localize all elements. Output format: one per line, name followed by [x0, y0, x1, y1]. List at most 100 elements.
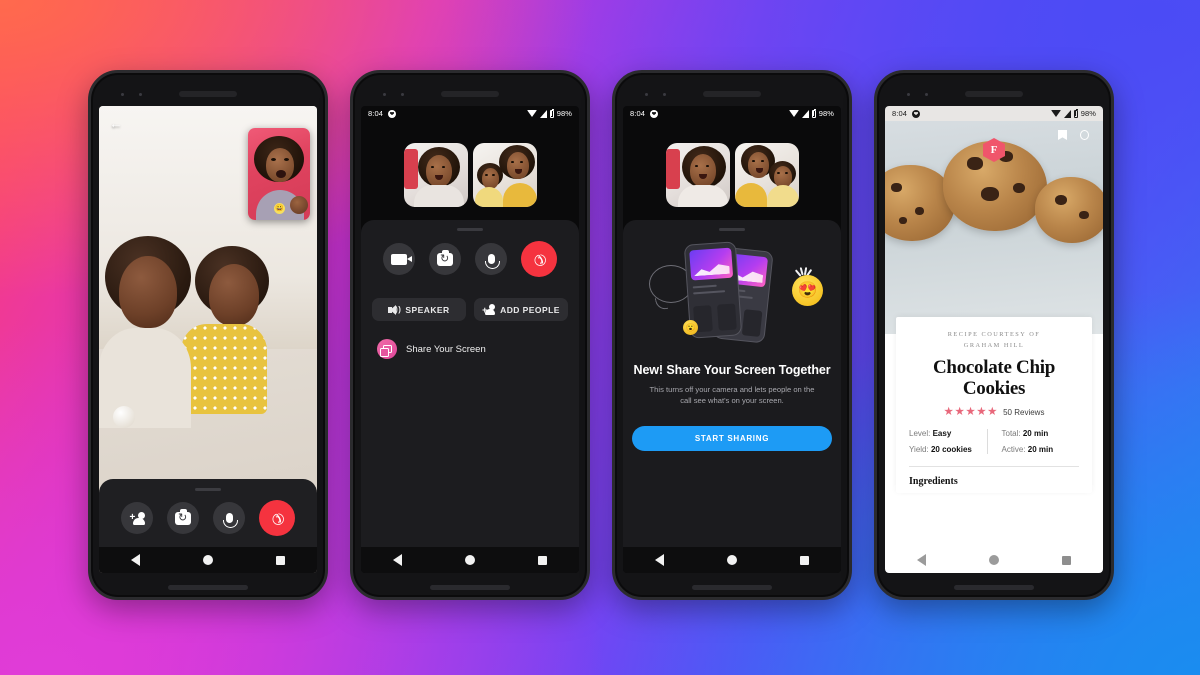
- participant-tile-2[interactable]: [734, 143, 799, 207]
- share-your-screen-row[interactable]: Share Your Screen: [361, 321, 579, 359]
- meta-total: Total: 20 min: [1002, 429, 1080, 438]
- signal-icon: [539, 109, 547, 118]
- battery-percent: 98%: [818, 109, 834, 118]
- drag-handle[interactable]: [719, 228, 745, 231]
- sensor-icon: [401, 93, 404, 96]
- screen-share-icon: [377, 339, 397, 359]
- phone-3-share-screen-promo: 8:04 98% 😍 😮 New! Share Your Screen Toge…: [612, 70, 852, 600]
- nav-home-icon[interactable]: [726, 555, 737, 565]
- recipe-courtesy: RECIPE COURTESY OF GRAHAM HILL: [909, 330, 1079, 351]
- nav-back-icon[interactable]: [654, 554, 664, 566]
- bookmark-icon[interactable]: [1058, 130, 1067, 140]
- phone-chin: [430, 585, 510, 590]
- back-button[interactable]: ←: [109, 116, 123, 130]
- meta-column-right: Total: 20 min Active: 20 min: [986, 429, 1080, 455]
- meta-active-label: Active:: [1001, 445, 1026, 455]
- nav-back-icon[interactable]: [392, 554, 402, 566]
- participant-tiles: [623, 121, 841, 207]
- battery-percent: 98%: [1080, 109, 1096, 118]
- front-camera-icon: [121, 93, 124, 96]
- nav-recents-icon[interactable]: [276, 555, 286, 565]
- camera-flip-icon: [437, 249, 453, 266]
- messenger-icon: [388, 109, 396, 118]
- battery-icon: [811, 108, 816, 118]
- sensor-icon: [663, 93, 666, 96]
- messenger-icon: [650, 109, 658, 118]
- end-call-icon: ✆: [528, 248, 550, 270]
- surprised-emoji: 😮: [683, 320, 698, 335]
- nav-recents-icon[interactable]: [800, 555, 810, 565]
- phone-2-call-controls: 8:04 98% ↻ ✆)) SPEAKER + ADD PEOPLE Sha…: [350, 70, 590, 600]
- meta-total-value: 20 min: [1022, 429, 1049, 439]
- nav-home-icon[interactable]: [464, 555, 475, 565]
- android-navigation-bar: [885, 547, 1103, 573]
- call-controls-sheet: ✆ )) SPEAKER +: [361, 220, 579, 547]
- end-call-button[interactable]: ✆: [521, 241, 557, 277]
- promo-subtitle: This turns off your camera and lets peop…: [649, 385, 815, 405]
- self-view-pip[interactable]: 😀: [248, 128, 310, 220]
- participant-tile-2[interactable]: [472, 143, 537, 207]
- share-screen-label: Share Your Screen: [406, 343, 486, 355]
- recipe-meta: Level: Easy Yield: 20 cookies Total: 20 …: [909, 429, 1080, 455]
- nav-recents-icon[interactable]: [538, 555, 548, 565]
- start-sharing-button[interactable]: START SHARING: [632, 426, 832, 451]
- phone-3-screen: 8:04 98% 😍 😮 New! Share Your Screen Toge…: [623, 106, 841, 573]
- nav-recents-icon[interactable]: [1062, 555, 1072, 565]
- messenger-icon: [912, 109, 920, 118]
- drag-handle[interactable]: [195, 488, 221, 491]
- status-bar: 8:04 98%: [361, 106, 579, 121]
- nav-back-icon[interactable]: [130, 554, 140, 566]
- meta-level: Level: Easy: [909, 429, 987, 438]
- recipe-title: Chocolate Chip Cookies: [909, 358, 1079, 398]
- recipe-page: F RECIPE COURTESY OF GRAHAM HILL Chocola…: [885, 121, 1103, 547]
- flip-camera-button[interactable]: [167, 502, 199, 534]
- mute-mic-button[interactable]: [475, 243, 507, 275]
- wifi-icon: [788, 110, 799, 117]
- video-camera-icon: [391, 253, 412, 265]
- share-screen-promo-sheet: 😍 😮 New! Share Your Screen Together This…: [623, 220, 841, 547]
- video-toggle-button[interactable]: [383, 243, 415, 275]
- screen-share-illustration: 😍 😮: [643, 241, 823, 349]
- speaker-button[interactable]: )) SPEAKER: [372, 298, 466, 321]
- end-call-button[interactable]: ✆: [259, 500, 295, 536]
- add-people-button[interactable]: + ADD PEOPLE: [474, 298, 568, 321]
- sensor-icon: [925, 93, 928, 96]
- add-person-button[interactable]: +: [121, 502, 153, 534]
- participant-tile-1[interactable]: [403, 143, 468, 207]
- participant-tiles: [361, 121, 579, 207]
- battery-icon: [1073, 108, 1078, 118]
- front-camera-icon: [645, 93, 648, 96]
- nav-home-icon[interactable]: [988, 555, 999, 565]
- mute-mic-button[interactable]: [213, 502, 245, 534]
- call-control-panel: + ✆: [99, 479, 317, 573]
- phone-4-screen: 8:04 98% F RECIPE COURTESY OF GRAHAM HIL…: [885, 106, 1103, 573]
- earpiece-speaker: [703, 91, 761, 97]
- add-person-icon: +: [482, 304, 496, 315]
- meta-level-value: Easy: [932, 429, 952, 439]
- share-icon[interactable]: [1080, 130, 1089, 140]
- signal-icon: [801, 109, 809, 118]
- microphone-icon: [222, 513, 238, 528]
- meta-yield-label: Yield:: [909, 445, 929, 455]
- add-person-icon: +: [130, 511, 145, 525]
- front-camera-icon: [907, 93, 910, 96]
- courtesy-line-2: GRAHAM HILL: [963, 341, 1025, 349]
- signal-icon: [1063, 109, 1071, 118]
- nav-home-icon[interactable]: [202, 555, 213, 565]
- add-people-label: ADD PEOPLE: [500, 304, 560, 315]
- participant-tile-1[interactable]: [665, 143, 730, 207]
- ingredients-heading: Ingredients: [909, 476, 958, 488]
- nav-back-icon[interactable]: [916, 554, 926, 566]
- meta-total-label: Total:: [1001, 429, 1021, 439]
- wifi-icon: [1050, 110, 1061, 117]
- flip-camera-button[interactable]: [429, 243, 461, 275]
- recipe-title-line-1: Chocolate Chip: [933, 357, 1055, 379]
- battery-icon: [549, 108, 554, 118]
- front-camera-icon: [383, 93, 386, 96]
- earpiece-speaker: [179, 91, 237, 97]
- courtesy-line-1: RECIPE COURTESY OF: [947, 331, 1041, 338]
- drag-handle[interactable]: [457, 228, 483, 231]
- android-navigation-bar: [623, 547, 841, 573]
- card-divider: [909, 466, 1079, 468]
- star-rating-icon: ★★★★★: [943, 405, 999, 418]
